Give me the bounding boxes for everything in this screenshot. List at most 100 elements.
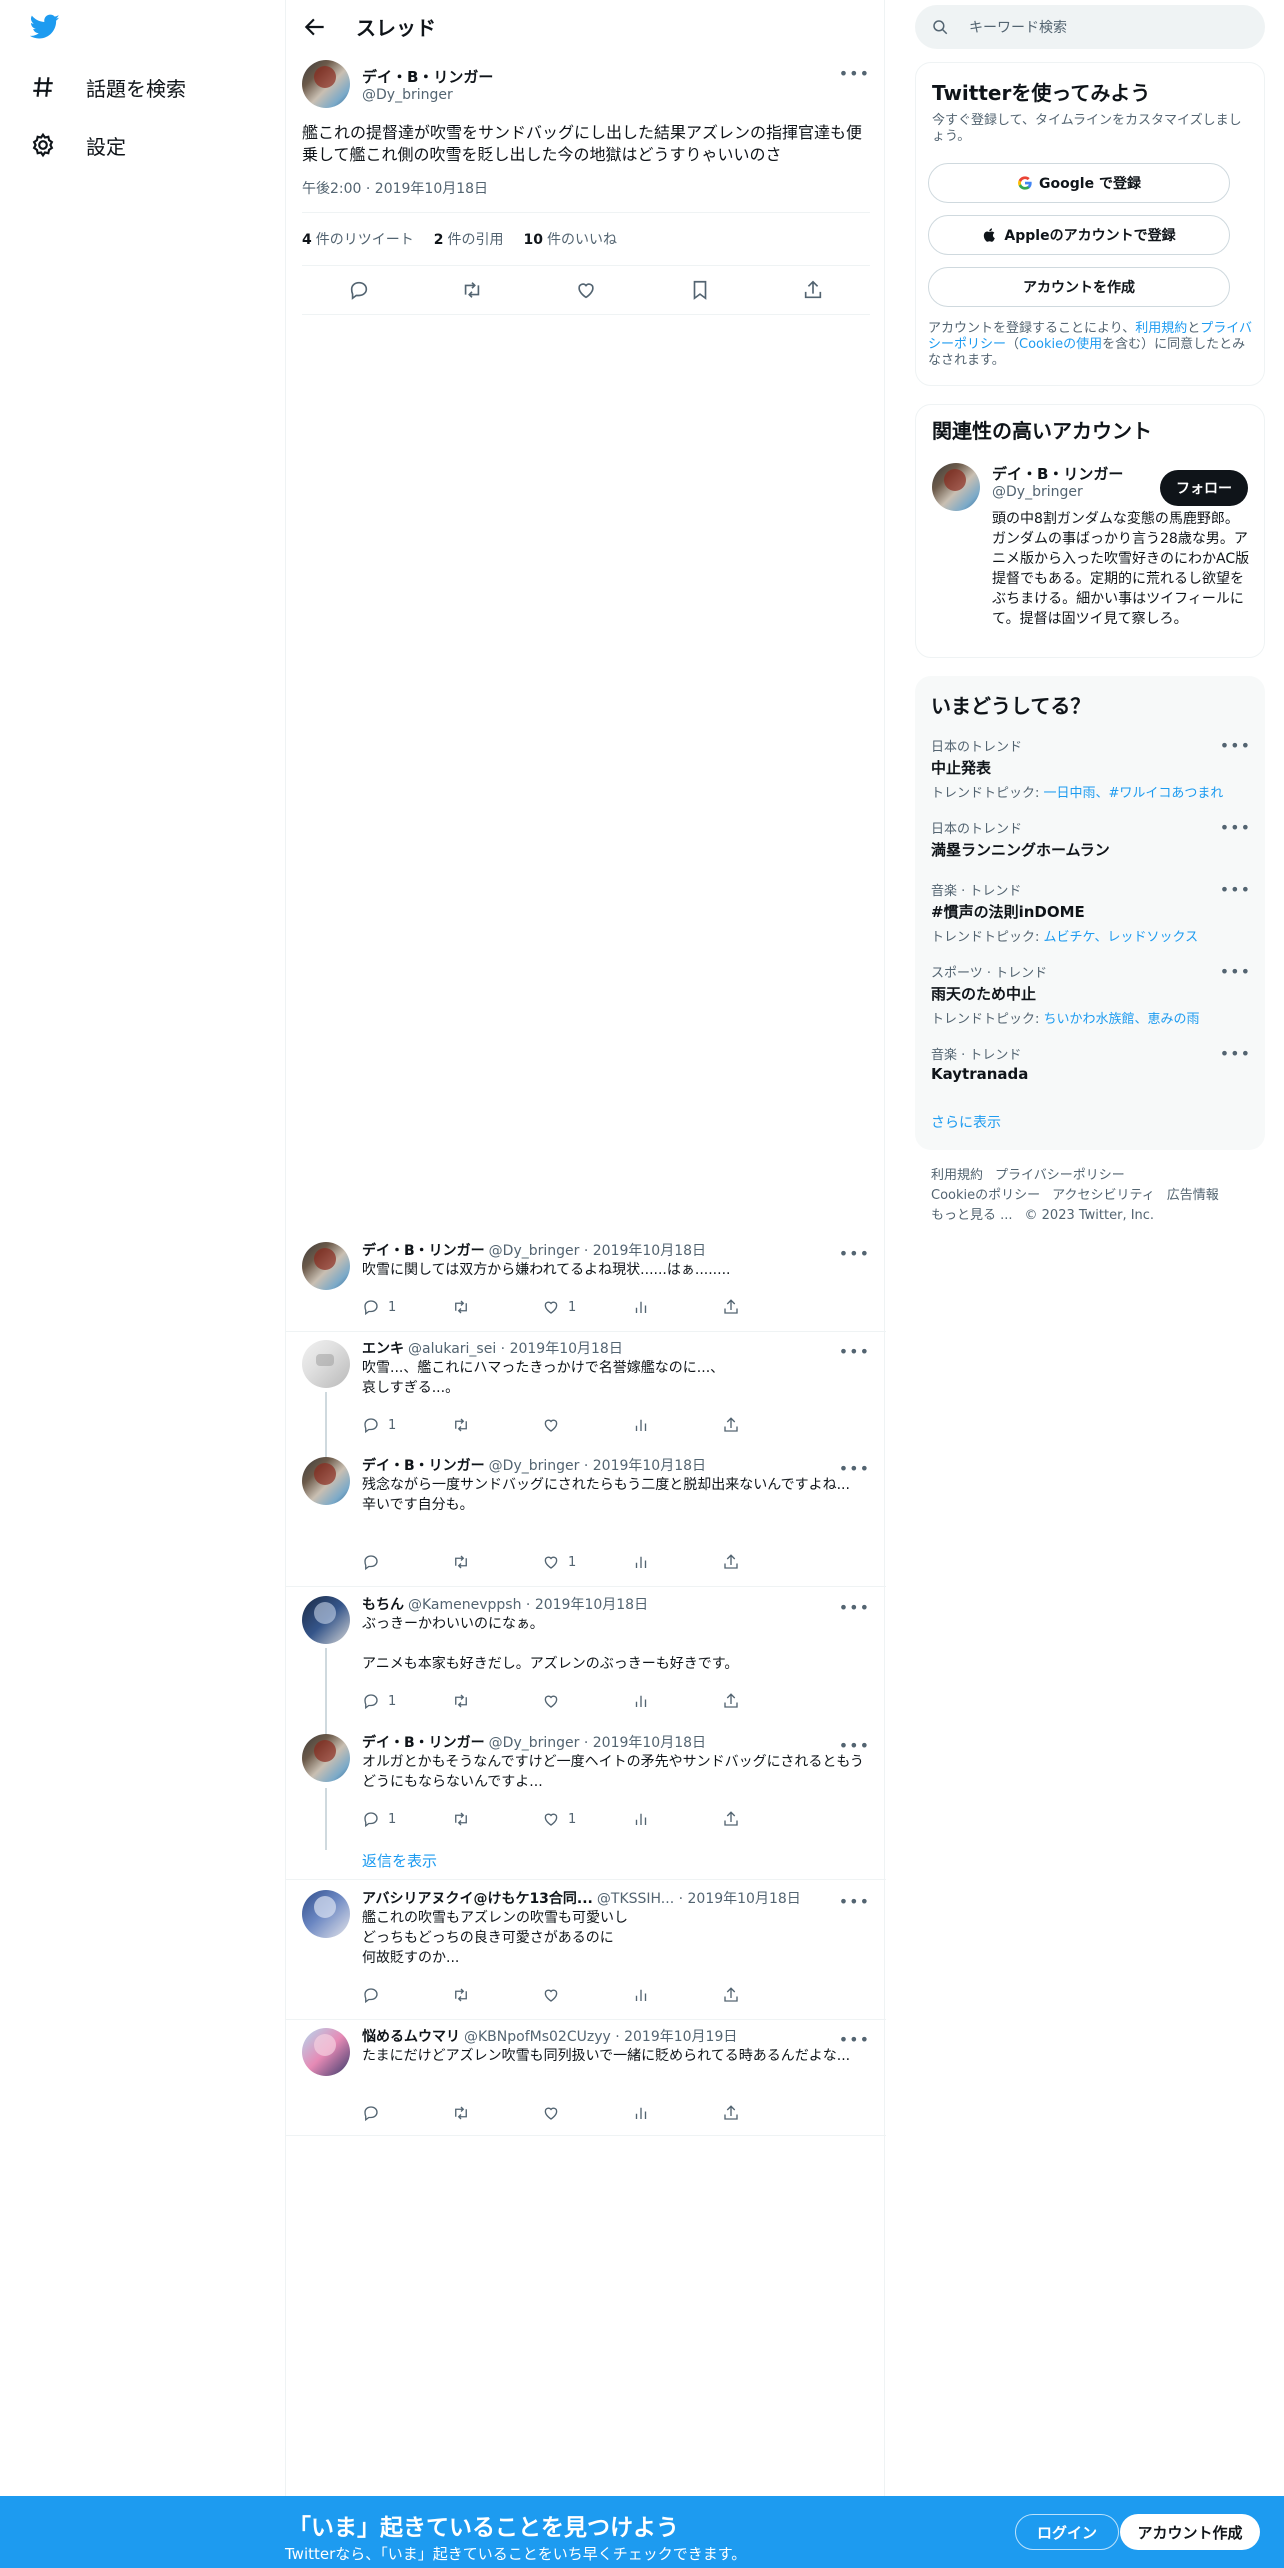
analytics-button[interactable]	[632, 2104, 692, 2122]
avatar[interactable]	[302, 1734, 350, 1782]
avatar[interactable]	[302, 1890, 350, 1938]
reply-tweet[interactable]: もちん @Kamenevppsh · 2019年10月18日 ぶっきーかわいいのに…	[286, 1594, 886, 1724]
reply-author-name[interactable]: アバシリアヌクイ@けもケ13合同...	[362, 1888, 593, 1908]
reply-button[interactable]	[362, 2104, 422, 2122]
search-box[interactable]: キーワード検索	[915, 5, 1265, 49]
analytics-button[interactable]	[632, 1416, 692, 1434]
reply-handle[interactable]: @KBNpofMs02CUzyy · 2019年10月19日	[464, 2026, 737, 2046]
like-icon[interactable]	[575, 279, 597, 301]
footer-privacy-link[interactable]: プライバシーポリシー	[995, 1168, 1125, 1183]
reply-author-name[interactable]: もちん	[362, 1594, 404, 1614]
terms-link[interactable]: 利用規約	[1135, 321, 1187, 336]
share-button[interactable]	[722, 1553, 782, 1571]
retweet-button[interactable]	[452, 1416, 512, 1434]
footer-ads-link[interactable]: 広告情報	[1167, 1188, 1219, 1203]
share-button[interactable]	[722, 1692, 782, 1710]
author-handle[interactable]: @Dy_bringer	[362, 87, 493, 103]
reply-tweet[interactable]: デイ・B・リンガー @Dy_bringer · 2019年10月18日 残念ながら…	[286, 1447, 886, 1587]
nav-explore[interactable]: 話題を検索	[30, 67, 186, 107]
share-button[interactable]	[722, 1810, 782, 1828]
reply-button[interactable]: 1	[362, 1298, 422, 1316]
footer-terms-link[interactable]: 利用規約	[931, 1168, 983, 1183]
retweet-icon[interactable]	[461, 279, 483, 301]
bookmark-icon[interactable]	[689, 279, 711, 301]
reply-button[interactable]: 1	[362, 1810, 422, 1828]
reply-tweet[interactable]: 悩めるムウマリ @KBNpofMs02CUzyy · 2019年10月19日 たま…	[286, 2026, 886, 2136]
share-icon[interactable]	[802, 279, 824, 301]
analytics-button[interactable]	[632, 1986, 692, 2004]
retweet-button[interactable]	[452, 1810, 512, 1828]
reply-handle[interactable]: @Dy_bringer · 2019年10月18日	[489, 1732, 706, 1752]
reply-author-name[interactable]: デイ・B・リンガー	[362, 1455, 485, 1475]
more-options-icon[interactable]: •••	[839, 64, 870, 83]
trend-item[interactable]: 音楽 · トレンド Kaytranada •••	[931, 1044, 1251, 1083]
more-options-icon[interactable]: •••	[1220, 818, 1251, 837]
footer-accessibility-link[interactable]: アクセシビリティ	[1052, 1188, 1155, 1203]
more-options-icon[interactable]: •••	[839, 1342, 870, 1361]
create-account-button[interactable]: アカウントを作成	[928, 267, 1230, 307]
reply-handle[interactable]: @alukari_sei · 2019年10月18日	[408, 1338, 623, 1358]
follow-button[interactable]: フォロー	[1160, 470, 1248, 506]
trend-item[interactable]: 日本のトレンド 中止発表 トレンドトピック: 一日中雨、#ワルイコあつまれ ••…	[931, 736, 1251, 801]
reply-tweet[interactable]: デイ・B・リンガー @Dy_bringer · 2019年10月18日 オルガとか…	[286, 1724, 886, 1880]
share-button[interactable]	[722, 2104, 782, 2122]
more-options-icon[interactable]: •••	[839, 2030, 870, 2049]
search-input[interactable]: キーワード検索	[969, 17, 1067, 37]
more-options-icon[interactable]: •••	[839, 1892, 870, 1911]
more-options-icon[interactable]: •••	[1220, 1044, 1251, 1063]
analytics-button[interactable]	[632, 1553, 692, 1571]
retweet-button[interactable]	[452, 1298, 512, 1316]
related-account[interactable]: デイ・B・リンガー @Dy_bringer	[992, 463, 1123, 500]
more-options-icon[interactable]: •••	[839, 1244, 870, 1263]
trend-item[interactable]: 日本のトレンド 満塁ランニングホームラン •••	[931, 818, 1251, 860]
tweet-timestamp[interactable]: 午後2:00 · 2019年10月18日	[302, 178, 870, 198]
retweet-button[interactable]	[452, 1986, 512, 2004]
like-button[interactable]	[542, 2104, 602, 2122]
footer-cookie-link[interactable]: Cookieのポリシー	[931, 1188, 1040, 1203]
retweet-button[interactable]	[452, 1553, 512, 1571]
avatar[interactable]	[302, 1596, 350, 1644]
like-button[interactable]: 1	[542, 1553, 602, 1571]
like-button[interactable]: 1	[542, 1810, 602, 1828]
avatar[interactable]	[302, 1242, 350, 1290]
avatar[interactable]	[302, 60, 350, 108]
reply-button[interactable]	[362, 1986, 422, 2004]
reply-handle[interactable]: @TKSSIH... · 2019年10月18日	[597, 1888, 801, 1908]
reply-tweet[interactable]: エンキ @alukari_sei · 2019年10月18日 吹雪...、艦これに…	[286, 1338, 886, 1448]
related-handle[interactable]: @Dy_bringer	[992, 484, 1123, 500]
reply-handle[interactable]: @Dy_bringer · 2019年10月18日	[489, 1240, 706, 1260]
reply-author-name[interactable]: デイ・B・リンガー	[362, 1240, 485, 1260]
analytics-button[interactable]	[632, 1298, 692, 1316]
more-options-icon[interactable]: •••	[1220, 736, 1251, 755]
login-button[interactable]: ログイン	[1015, 2514, 1119, 2550]
likes-stat[interactable]: 10 件のいいね	[524, 229, 617, 249]
reply-handle[interactable]: @Kamenevppsh · 2019年10月18日	[408, 1594, 648, 1614]
nav-settings[interactable]: 設定	[30, 125, 126, 165]
like-button[interactable]: 1	[542, 1298, 602, 1316]
back-arrow-icon[interactable]	[302, 14, 328, 40]
avatar[interactable]	[302, 1457, 350, 1505]
avatar[interactable]	[302, 2028, 350, 2076]
trend-item[interactable]: 音楽 · トレンド #慣声の法則inDOME トレンドトピック: ムビチケ、レッ…	[931, 880, 1251, 945]
show-more-link[interactable]: さらに表示	[931, 1112, 1001, 1132]
avatar[interactable]	[302, 1340, 350, 1388]
reply-author-name[interactable]: エンキ	[362, 1338, 404, 1358]
retweet-button[interactable]	[452, 2104, 512, 2122]
share-button[interactable]	[722, 1416, 782, 1434]
reply-author-name[interactable]: デイ・B・リンガー	[362, 1732, 485, 1752]
apple-signup-button[interactable]: Appleのアカウントで登録	[928, 215, 1230, 255]
more-options-icon[interactable]: •••	[1220, 880, 1251, 899]
share-button[interactable]	[722, 1298, 782, 1316]
signup-button[interactable]: アカウント作成	[1120, 2514, 1260, 2550]
reply-tweet[interactable]: デイ・B・リンガー @Dy_bringer · 2019年10月18日 吹雪に関し…	[286, 1240, 886, 1332]
avatar[interactable]	[932, 463, 980, 511]
author-name[interactable]: デイ・B・リンガー	[362, 66, 493, 87]
retweet-button[interactable]	[452, 1692, 512, 1710]
twitter-bird-icon[interactable]	[30, 14, 60, 40]
quotes-stat[interactable]: 2 件の引用	[434, 229, 504, 249]
retweets-stat[interactable]: 4 件のリツイート	[302, 229, 414, 249]
show-replies-link[interactable]: 返信を表示	[362, 1850, 437, 1871]
like-button[interactable]	[542, 1986, 602, 2004]
footer-more-link[interactable]: もっと見る ...	[931, 1208, 1013, 1223]
more-options-icon[interactable]: •••	[839, 1598, 870, 1617]
